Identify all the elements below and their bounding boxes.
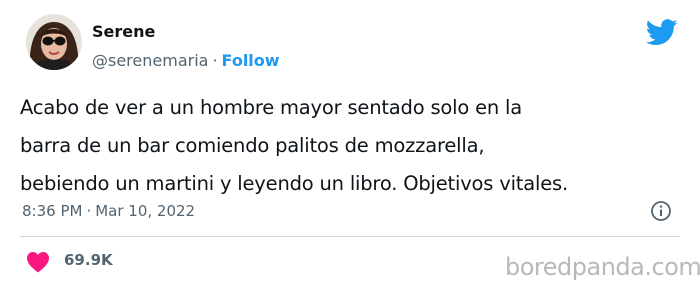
user-handle[interactable]: @serenemaria bbox=[92, 51, 208, 70]
info-icon[interactable] bbox=[650, 200, 672, 222]
tweet-card: Serene @serenemaria · Follow Acabo de ver … bbox=[0, 0, 700, 288]
twitter-bird-icon[interactable] bbox=[645, 19, 678, 46]
display-name[interactable]: Serene bbox=[92, 22, 155, 42]
separator-dot: · bbox=[86, 202, 92, 220]
tweet-time: 8:36 PM bbox=[22, 202, 83, 220]
tweet-date: Mar 10, 2022 bbox=[95, 202, 196, 220]
follow-button[interactable]: Follow bbox=[222, 51, 280, 70]
watermark: boredpanda.com bbox=[505, 253, 700, 281]
avatar[interactable] bbox=[26, 14, 82, 70]
like-count[interactable]: 69.9K bbox=[64, 250, 113, 270]
tweet-text: Acabo de ver a un hombre mayor sentado s… bbox=[20, 96, 568, 195]
heart-icon[interactable] bbox=[26, 251, 50, 273]
handle-row: @serenemaria · Follow bbox=[92, 51, 280, 71]
divider bbox=[20, 236, 680, 237]
separator-dot: · bbox=[212, 51, 218, 70]
tweet-timestamp[interactable]: 8:36 PM · Mar 10, 2022 bbox=[22, 201, 195, 221]
